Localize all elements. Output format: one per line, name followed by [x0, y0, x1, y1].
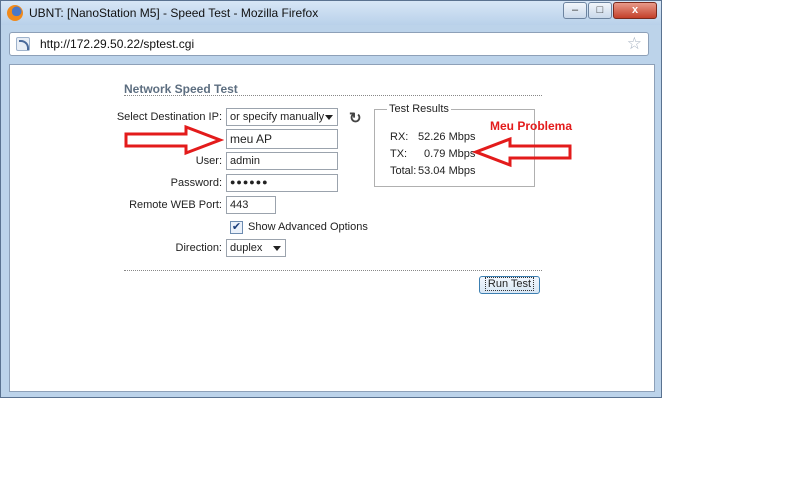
advanced-options-label[interactable]: Show Advanced Options: [248, 221, 368, 233]
password-label: Password:: [170, 177, 222, 189]
port-label: Remote WEB Port:: [129, 199, 222, 211]
tx-label: TX:: [390, 148, 408, 160]
rss-icon: [16, 37, 30, 51]
destination-ip-field[interactable]: meu AP: [226, 129, 338, 149]
annotation-arrow-right-icon: [124, 124, 224, 156]
destination-label: Select Destination IP:: [116, 111, 222, 123]
run-test-label: Run Test: [484, 277, 535, 291]
close-button[interactable]: x: [613, 2, 657, 19]
run-test-button[interactable]: Run Test: [479, 276, 540, 294]
port-field[interactable]: 443: [226, 196, 276, 214]
rx-value: 52.26 Mbps: [418, 131, 476, 143]
test-results-legend: Test Results: [387, 103, 451, 115]
page-content: Network Speed Test Select Destination IP…: [9, 64, 655, 392]
browser-window: UBNT: [NanoStation M5] - Speed Test - Mo…: [0, 0, 662, 398]
title-bar[interactable]: UBNT: [NanoStation M5] - Speed Test - Mo…: [1, 1, 661, 25]
destination-select-value: or specify manually: [230, 111, 325, 123]
url-text[interactable]: http://172.29.50.22/sptest.cgi: [40, 37, 194, 51]
chevron-down-icon: [273, 246, 281, 251]
rx-label: RX:: [390, 131, 409, 143]
divider: [124, 270, 542, 271]
annotation-label: Meu Problema: [490, 119, 573, 133]
address-bar[interactable]: http://172.29.50.22/sptest.cgi ☆: [9, 32, 649, 56]
advanced-options-checkbox[interactable]: ✔: [230, 221, 243, 234]
maximize-button[interactable]: □: [588, 2, 612, 19]
page-title: Network Speed Test: [124, 82, 238, 96]
chevron-down-icon: [325, 115, 333, 120]
refresh-icon[interactable]: ↻: [349, 109, 362, 127]
total-label: Total:: [390, 165, 417, 177]
direction-select-value: duplex: [230, 242, 263, 254]
tx-value: 0.79 Mbps: [424, 148, 476, 160]
star-icon[interactable]: ☆: [627, 34, 642, 54]
direction-label: Direction:: [175, 242, 222, 254]
window-title: UBNT: [NanoStation M5] - Speed Test - Mo…: [29, 6, 319, 20]
destination-select[interactable]: or specify manually: [226, 108, 338, 126]
total-value: 53.04 Mbps: [418, 165, 476, 177]
user-label: User:: [195, 155, 222, 167]
annotation-arrow-left-icon: [472, 136, 572, 168]
direction-select[interactable]: duplex: [226, 239, 286, 257]
user-field[interactable]: admin: [226, 152, 338, 170]
minimize-button[interactable]: –: [563, 2, 587, 19]
firefox-icon: [7, 5, 23, 21]
password-field[interactable]: ●●●●●●: [226, 174, 338, 192]
divider: [124, 95, 542, 96]
